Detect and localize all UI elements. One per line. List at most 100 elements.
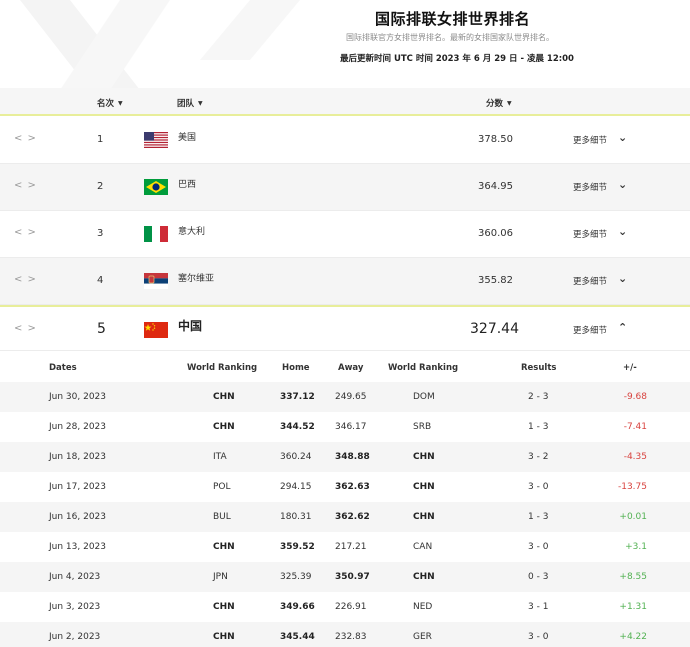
- match-date: Jun 16, 2023: [49, 512, 107, 522]
- points-change: +3.1: [625, 542, 647, 552]
- chevron-down-icon[interactable]: ⌄: [618, 178, 627, 191]
- results-header: Results: [521, 363, 557, 373]
- home-points: 180.31: [280, 512, 312, 522]
- rank-number: 3: [97, 228, 104, 239]
- match-date: Jun 28, 2023: [49, 422, 107, 432]
- match-result: 3 - 1: [528, 602, 549, 612]
- more-details-link[interactable]: 更多细节: [573, 275, 607, 287]
- team-b: DOM: [413, 392, 435, 402]
- rank-number: 4: [97, 275, 104, 286]
- ranking-row-china[interactable]: < > 5 中国 327.44 更多细节 ⌃: [0, 305, 690, 351]
- dates-header: Dates: [49, 363, 77, 373]
- ranking-row-serbia[interactable]: < > 4 塞尔维亚 355.82 更多细节 ⌄: [0, 258, 690, 305]
- team-a: CHN: [213, 542, 235, 552]
- match-row: Jun 18, 2023 ITA 360.24 348.88 CHN 3 - 2…: [0, 442, 690, 472]
- match-result: 3 - 0: [528, 542, 549, 552]
- team-a: CHN: [213, 632, 235, 642]
- rank-number: 2: [97, 181, 104, 192]
- compare-arrows-icon[interactable]: < >: [14, 133, 37, 144]
- ranking-row-italy[interactable]: < > 3 意大利 360.06 更多细节 ⌄: [0, 211, 690, 258]
- compare-arrows-icon[interactable]: < >: [14, 323, 37, 334]
- team-a: CHN: [213, 602, 235, 612]
- match-result: 3 - 0: [528, 632, 549, 642]
- match-result: 3 - 2: [528, 452, 549, 462]
- home-points: 349.66: [280, 602, 315, 612]
- usa-flag-icon: [144, 132, 168, 148]
- match-row: Jun 2, 2023 CHN 345.44 232.83 GER 3 - 0 …: [0, 622, 690, 647]
- world-ranking-a-header: World Ranking: [187, 363, 258, 373]
- italy-flag-icon: [144, 226, 168, 242]
- away-header: Away: [338, 363, 364, 373]
- compare-arrows-icon[interactable]: < >: [14, 227, 37, 238]
- more-details-link[interactable]: 更多细节: [573, 228, 607, 240]
- world-ranking-b-header: World Ranking: [388, 363, 459, 373]
- team-points: 364.95: [478, 181, 513, 192]
- points-change: -4.35: [623, 452, 647, 462]
- points-change: +4.22: [619, 632, 647, 642]
- points-header-label: 分数: [486, 99, 504, 109]
- team-b: CHN: [413, 572, 435, 582]
- chevron-down-icon[interactable]: ⌄: [618, 131, 627, 144]
- team-a: POL: [213, 482, 231, 492]
- match-result: 3 - 0: [528, 482, 549, 492]
- team-a: JPN: [213, 572, 228, 582]
- more-details-link[interactable]: 更多细节: [573, 134, 607, 146]
- points-change: -7.41: [623, 422, 647, 432]
- team-b: NED: [413, 602, 433, 612]
- china-flag-icon: [144, 322, 168, 338]
- last-updated: 最后更新时间 UTC 时间 2023 年 6 月 29 日 - 凌晨 12:00: [340, 54, 574, 64]
- team-a: CHN: [213, 392, 235, 402]
- team-points: 378.50: [478, 134, 513, 145]
- match-result: 1 - 3: [528, 512, 549, 522]
- match-row: Jun 4, 2023 JPN 325.39 350.97 CHN 0 - 3 …: [0, 562, 690, 592]
- points-change: -13.75: [617, 482, 647, 492]
- away-points: 249.65: [335, 392, 367, 402]
- ranking-row-usa[interactable]: < > 1 美国 378.50 更多细节 ⌄: [0, 117, 690, 164]
- away-points: 348.88: [335, 452, 370, 462]
- home-points: 337.12: [280, 392, 315, 402]
- team-name: 中国: [178, 319, 203, 333]
- team-a: ITA: [213, 452, 227, 462]
- compare-arrows-icon[interactable]: < >: [14, 274, 37, 285]
- team-name: 巴西: [178, 180, 197, 190]
- match-row: Jun 16, 2023 BUL 180.31 362.62 CHN 1 - 3…: [0, 502, 690, 532]
- sort-points-header[interactable]: 分数 ▼: [486, 97, 512, 109]
- team-points: 360.06: [478, 228, 513, 239]
- home-points: 344.52: [280, 422, 315, 432]
- away-points: 217.21: [335, 542, 367, 552]
- match-date: Jun 4, 2023: [49, 572, 101, 582]
- team-name: 美国: [178, 133, 197, 143]
- caret-down-icon: ▼: [118, 100, 123, 107]
- caret-down-icon: ▼: [507, 100, 512, 107]
- rank-header-label: 名次: [97, 99, 115, 109]
- sort-team-header[interactable]: 团队 ▼: [177, 97, 203, 109]
- chevron-down-icon[interactable]: ⌄: [618, 272, 627, 285]
- team-b: CAN: [413, 542, 433, 552]
- team-b: CHN: [413, 512, 435, 522]
- serbia-flag-icon: [144, 273, 168, 289]
- caret-down-icon: ▼: [198, 100, 203, 107]
- away-points: 362.63: [335, 482, 370, 492]
- team-points: 355.82: [478, 275, 513, 286]
- chevron-up-icon[interactable]: ⌃: [618, 321, 627, 334]
- team-name: 意大利: [178, 227, 206, 237]
- ranking-row-brazil[interactable]: < > 2 巴西 364.95 更多细节 ⌄: [0, 164, 690, 211]
- away-points: 362.62: [335, 512, 370, 522]
- match-result: 2 - 3: [528, 392, 549, 402]
- chevron-down-icon[interactable]: ⌄: [618, 225, 627, 238]
- home-points: 294.15: [280, 482, 312, 492]
- match-row: Jun 17, 2023 POL 294.15 362.63 CHN 3 - 0…: [0, 472, 690, 502]
- home-header: Home: [282, 363, 310, 373]
- more-details-link[interactable]: 更多细节: [573, 324, 607, 336]
- brazil-flag-icon: [144, 179, 168, 195]
- match-date: Jun 2, 2023: [49, 632, 101, 642]
- team-b: CHN: [413, 482, 435, 492]
- rank-number: 5: [97, 321, 106, 337]
- match-date: Jun 30, 2023: [49, 392, 107, 402]
- match-row: Jun 3, 2023 CHN 349.66 226.91 NED 3 - 1 …: [0, 592, 690, 622]
- compare-arrows-icon[interactable]: < >: [14, 180, 37, 191]
- sort-rank-header[interactable]: 名次 ▼: [97, 97, 123, 109]
- more-details-link[interactable]: 更多细节: [573, 181, 607, 193]
- team-a: CHN: [213, 422, 235, 432]
- match-date: Jun 17, 2023: [49, 482, 107, 492]
